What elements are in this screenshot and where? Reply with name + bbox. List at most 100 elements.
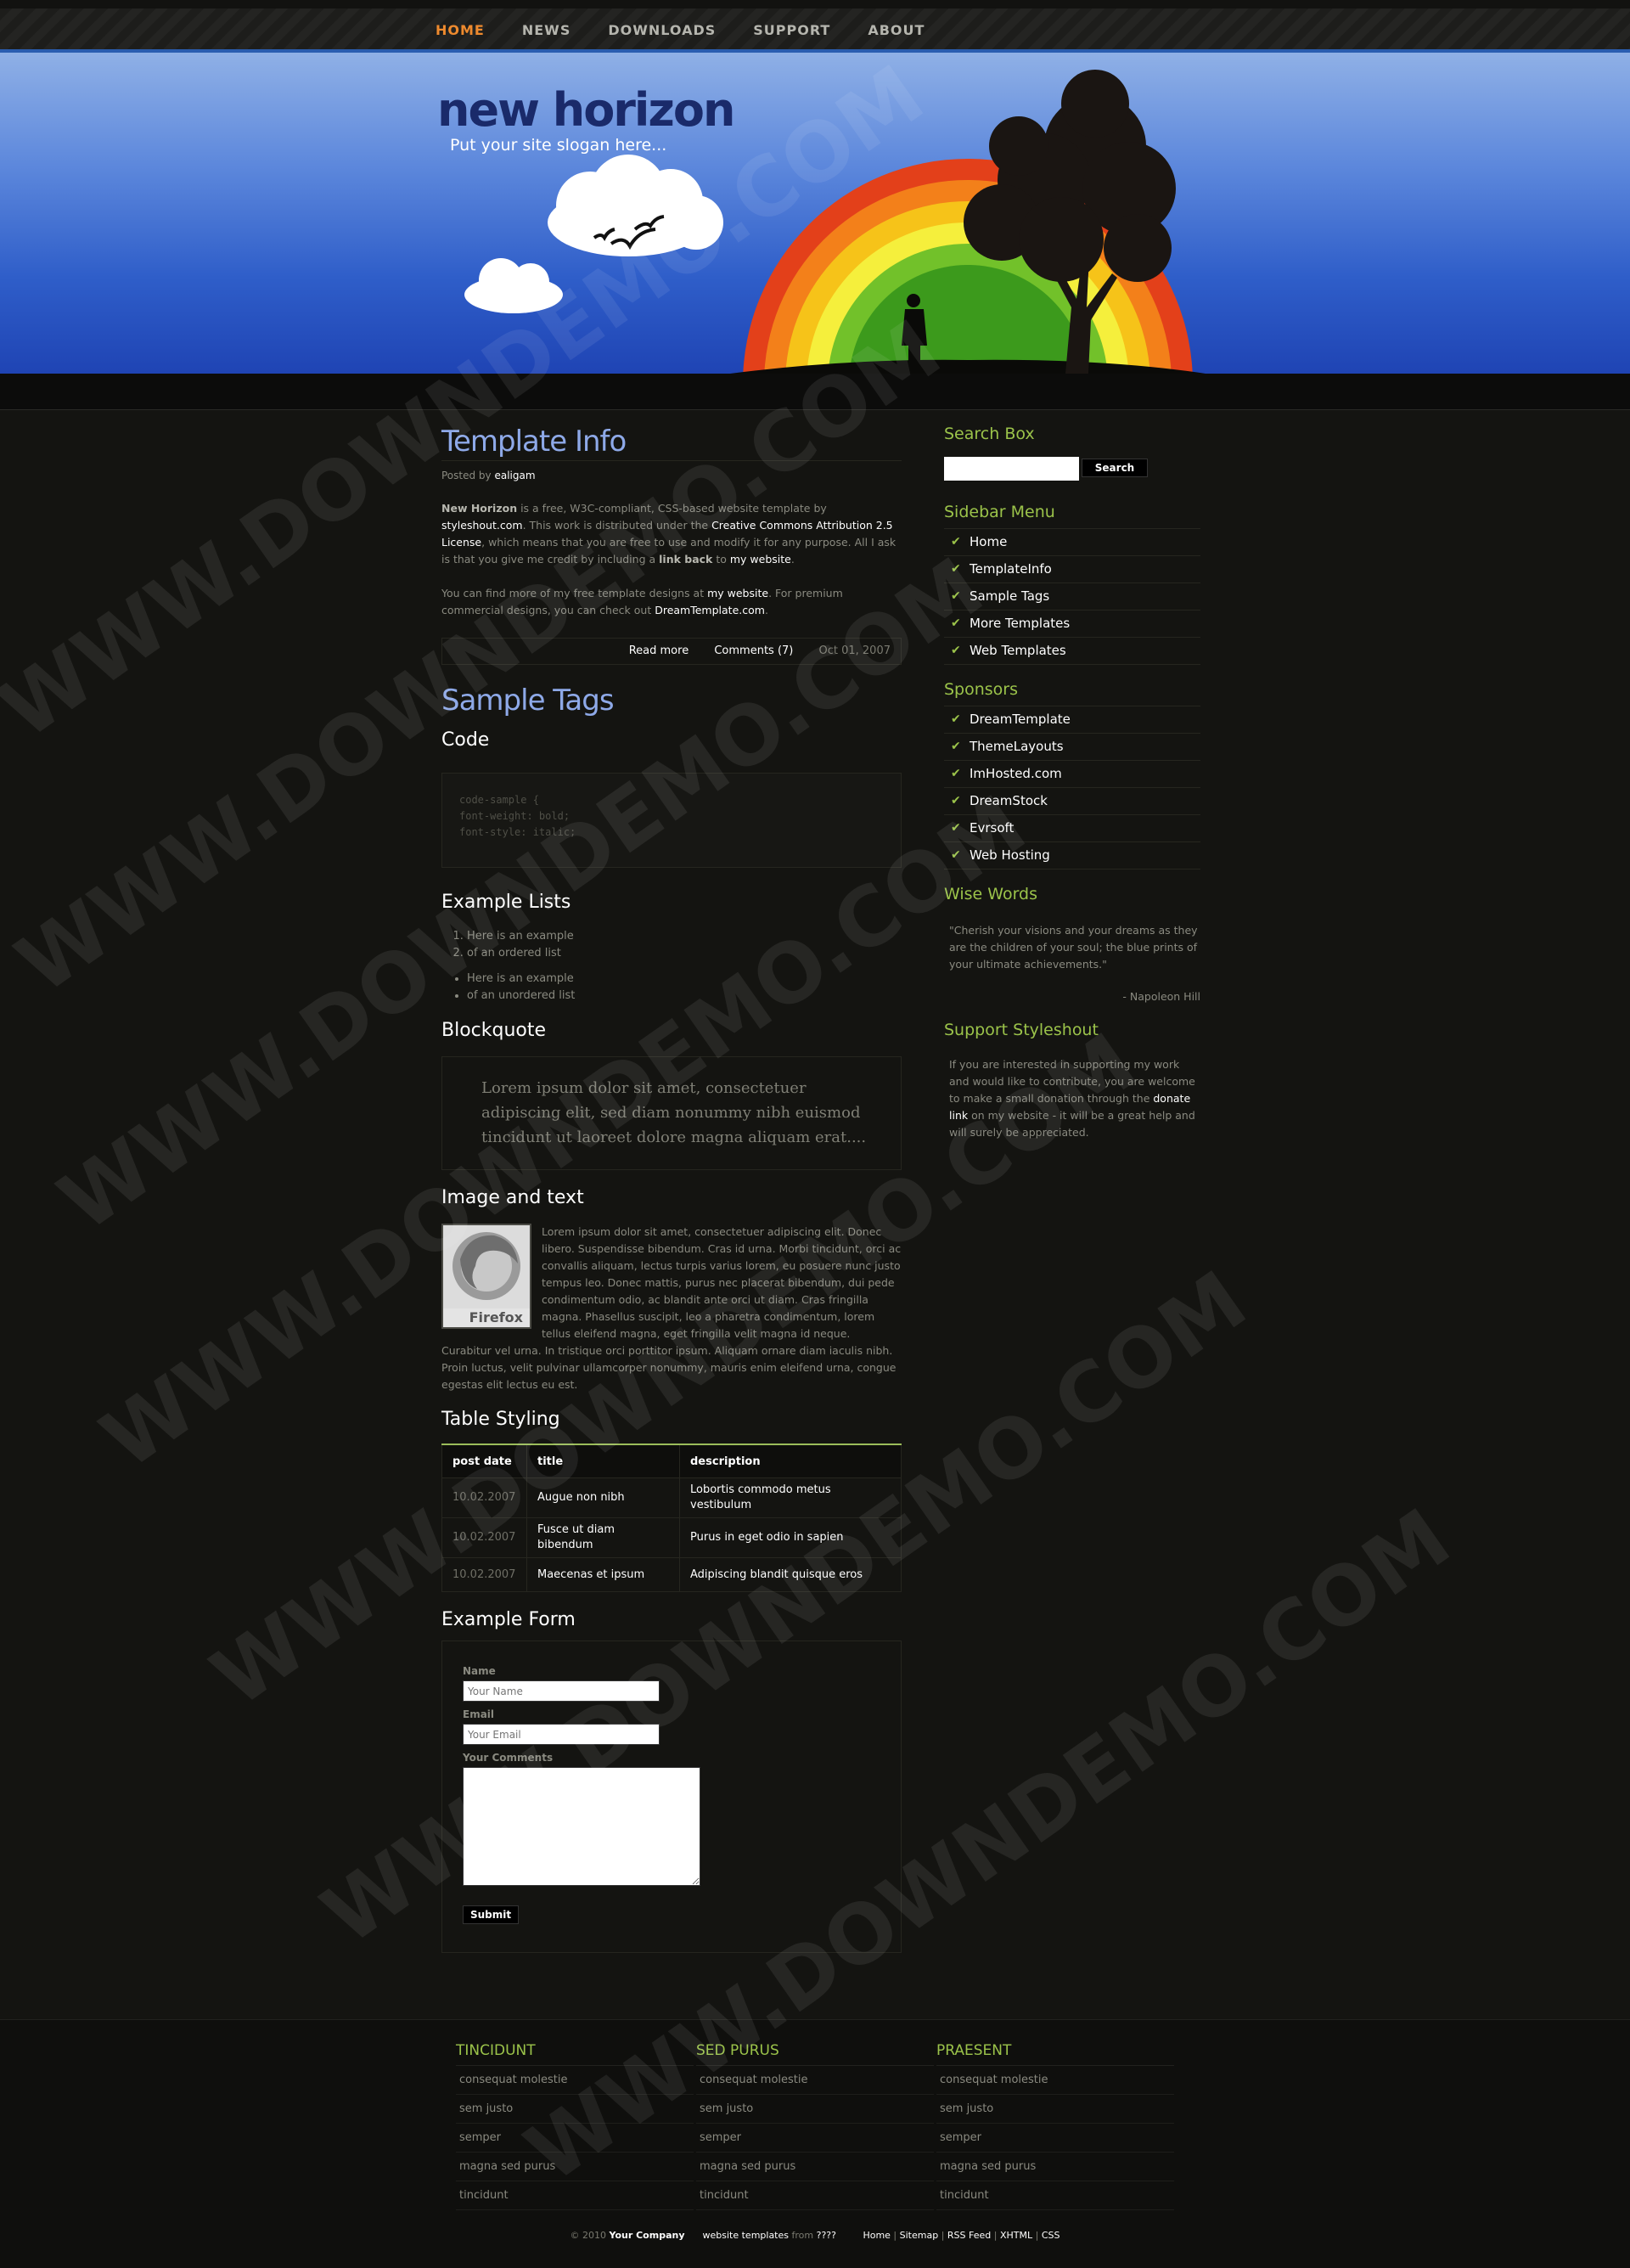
sponsor-label: DreamStock	[970, 793, 1048, 808]
from-text: from	[791, 2230, 814, 2241]
nav-item-support[interactable]: SUPPORT	[746, 20, 837, 42]
text: . This work is distributed under the	[522, 519, 712, 532]
footer-link[interactable]: semper	[456, 2124, 694, 2153]
website-templates-link[interactable]: website templates	[703, 2230, 790, 2241]
lists-heading: Example Lists	[441, 892, 571, 913]
sponsor-item[interactable]: ✔ Web Hosting	[944, 842, 1200, 869]
code-line: code-sample {	[459, 794, 539, 806]
site-slogan: Put your site slogan here...	[450, 136, 667, 155]
footer-link[interactable]: sem justo	[456, 2095, 694, 2124]
firefox-icon	[452, 1232, 520, 1300]
table-cell: 10.02.2007	[441, 1477, 527, 1518]
footer-link[interactable]: sem justo	[936, 2095, 1174, 2124]
footer-column-title: PRAESENT	[936, 2038, 1174, 2066]
list-item: Here is an example	[467, 971, 902, 988]
title-divider	[441, 460, 902, 461]
footer-column-title: SED PURUS	[696, 2038, 934, 2066]
nav-item-downloads[interactable]: DOWNLOADS	[601, 20, 722, 42]
sidebar-item-sample-tags[interactable]: ✔ Sample Tags	[944, 583, 1200, 611]
comments-link[interactable]: Comments (7)	[714, 644, 793, 657]
company-name[interactable]: Your Company	[610, 2230, 685, 2241]
list-item: Here is an example	[467, 928, 902, 945]
my-website-link[interactable]: my website	[730, 553, 791, 566]
footer-link[interactable]: magna sed purus	[936, 2153, 1174, 2181]
sidebar-item-more-templates[interactable]: ✔ More Templates	[944, 611, 1200, 638]
check-icon: ✔	[951, 535, 961, 549]
comments-textarea[interactable]	[463, 1767, 700, 1886]
footer-home-link[interactable]: Home	[863, 2230, 890, 2241]
text: .	[790, 553, 795, 566]
css-link[interactable]: CSS	[1042, 2230, 1060, 2241]
sidebar-item-web-templates[interactable]: ✔ Web Templates	[944, 638, 1200, 665]
search-input[interactable]	[944, 457, 1079, 481]
blockquote: Lorem ipsum dolor sit amet, consectetuer…	[441, 1056, 902, 1170]
check-icon: ✔	[951, 794, 961, 808]
footer-bottom-line: © 2010 Your Company website templates fr…	[570, 2230, 1060, 2241]
xhtml-link[interactable]: XHTML	[1000, 2230, 1032, 2241]
sidebar-menu-heading: Sidebar Menu	[944, 503, 1055, 521]
top-navigation: HOME NEWS DOWNLOADS SUPPORT ABOUT	[0, 0, 1630, 53]
footer-link[interactable]: consequat molestie	[696, 2066, 934, 2095]
footer-link[interactable]: tincidunt	[696, 2181, 934, 2210]
from-site-link[interactable]: ????	[817, 2230, 836, 2241]
sitemap-link[interactable]: Sitemap	[900, 2230, 939, 2241]
post-paragraph-1: New Horizon is a free, W3C-compliant, CS…	[441, 500, 902, 568]
post-template-info: Template Info Posted by ealigam New Hori…	[441, 425, 902, 665]
styleshout-link[interactable]: styleshout.com	[441, 519, 523, 532]
sidebar-item-label: Sample Tags	[970, 588, 1050, 604]
footer-link[interactable]: semper	[696, 2124, 934, 2153]
sidebar-item-templateinfo[interactable]: ✔ TemplateInfo	[944, 556, 1200, 583]
divider	[944, 699, 1200, 706]
nav-item-about[interactable]: ABOUT	[861, 20, 931, 42]
footer-link[interactable]: tincidunt	[936, 2181, 1174, 2210]
author-link[interactable]: ealigam	[494, 470, 535, 481]
code-heading: Code	[441, 729, 490, 751]
header-bottom-band	[0, 374, 1630, 410]
example-lists: Here is an example of an ordered list He…	[441, 928, 902, 1005]
footer-link[interactable]: consequat molestie	[936, 2066, 1174, 2095]
sponsor-item[interactable]: ✔ ThemeLayouts	[944, 734, 1200, 761]
sponsor-label: ImHosted.com	[970, 766, 1062, 781]
footer-links: consequat molestie sem justo semper magn…	[936, 2066, 1174, 2210]
post-meta: Posted by ealigam	[441, 470, 902, 481]
name-label: Name	[463, 1665, 496, 1677]
submit-button[interactable]: Submit	[463, 1905, 520, 1924]
post-title[interactable]: Sample Tags	[441, 684, 902, 718]
table-cell: Maecenas et ipsum	[526, 1557, 680, 1592]
nav-item-home[interactable]: HOME	[429, 20, 492, 42]
nav-item-news[interactable]: NEWS	[515, 20, 578, 42]
footer-link[interactable]: sem justo	[696, 2095, 934, 2124]
footer-link[interactable]: semper	[936, 2124, 1174, 2153]
footer-link[interactable]: consequat molestie	[456, 2066, 694, 2095]
email-label: Email	[463, 1708, 495, 1720]
rss-feed-link[interactable]: RSS Feed	[947, 2230, 991, 2241]
header-banner: new horizon Put your site slogan here...	[0, 53, 1630, 374]
sponsor-item[interactable]: ✔ DreamStock	[944, 788, 1200, 815]
read-more-link[interactable]: Read more	[629, 644, 689, 657]
form-heading: Example Form	[441, 1609, 576, 1630]
my-website-link[interactable]: my website	[707, 587, 768, 599]
site-logo[interactable]: new horizon	[437, 85, 735, 136]
table-heading: Table Styling	[441, 1409, 560, 1430]
email-input[interactable]	[463, 1724, 660, 1745]
footer-link[interactable]: tincidunt	[456, 2181, 694, 2210]
sponsor-item[interactable]: ✔ DreamTemplate	[944, 706, 1200, 734]
table-row: 10.02.2007 Augue non nibh Lobortis commo…	[441, 1477, 902, 1518]
divider	[944, 521, 1200, 529]
name-input[interactable]	[463, 1680, 660, 1702]
footer-link[interactable]: magna sed purus	[696, 2153, 934, 2181]
list-item: of an ordered list	[467, 945, 902, 962]
footer-link[interactable]: magna sed purus	[456, 2153, 694, 2181]
sponsor-item[interactable]: ✔ Evrsoft	[944, 815, 1200, 842]
sponsor-item[interactable]: ✔ ImHosted.com	[944, 761, 1200, 788]
nav-menu: HOME NEWS DOWNLOADS SUPPORT ABOUT	[429, 20, 955, 42]
text: to	[712, 553, 730, 566]
search-button[interactable]: Search	[1082, 459, 1148, 477]
post-title[interactable]: Template Info	[441, 425, 902, 459]
sidebar-item-home[interactable]: ✔ Home	[944, 529, 1200, 556]
table-header: title	[526, 1444, 680, 1478]
dreamtemplate-link[interactable]: DreamTemplate.com	[655, 604, 765, 616]
sponsors-heading: Sponsors	[944, 680, 1019, 699]
table-header: post date	[441, 1444, 527, 1478]
ordered-list: Here is an example of an ordered list	[441, 928, 902, 962]
